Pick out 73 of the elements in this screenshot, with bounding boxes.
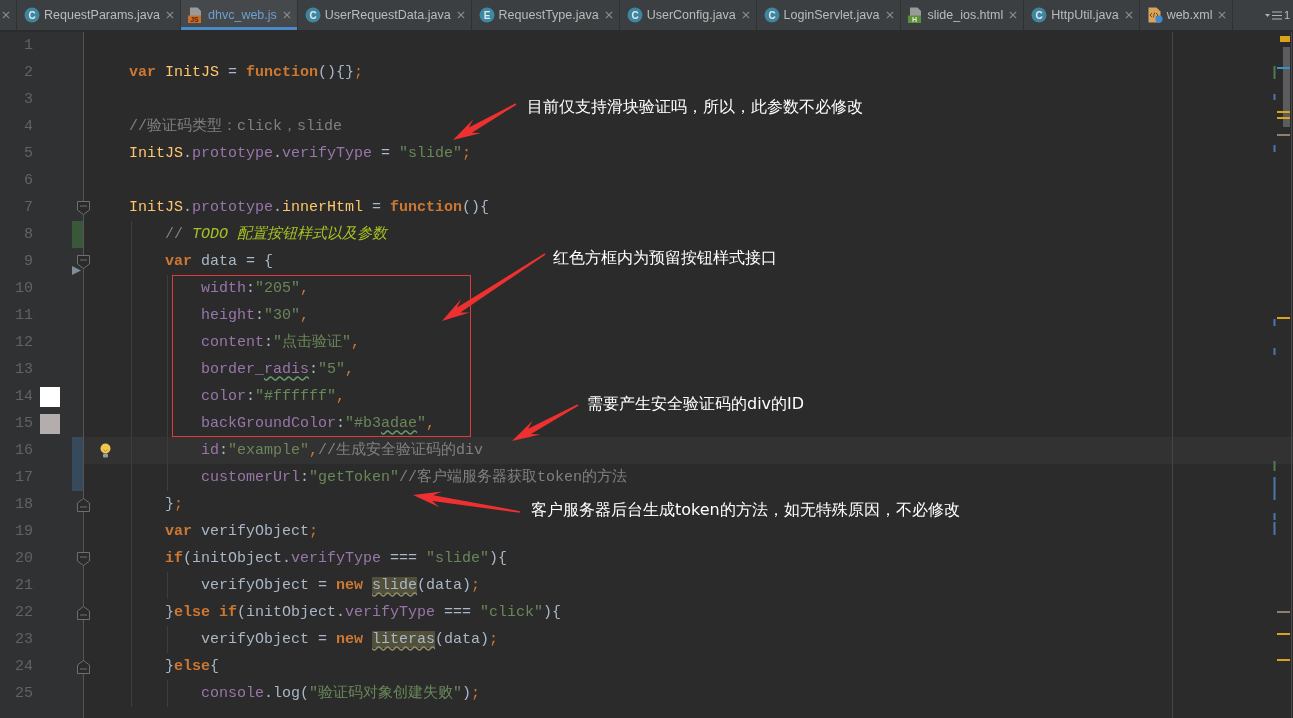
fold-icon[interactable] xyxy=(76,550,91,567)
color-swatch-icon[interactable] xyxy=(40,413,60,434)
code-line: color:"#ffffff", xyxy=(201,386,346,407)
close-icon[interactable] xyxy=(1124,11,1133,19)
lightbulb-icon[interactable] xyxy=(100,443,111,458)
close-icon[interactable] xyxy=(456,11,465,19)
close-icon[interactable] xyxy=(1009,11,1018,19)
enum-icon: E xyxy=(478,7,495,23)
annotation-text: 目前仅支持滑块验证吗，所以，此参数不必修改 xyxy=(527,97,863,117)
code-line: }else if(initObject.verifyType === "click"){ xyxy=(165,602,562,623)
list-icon xyxy=(1264,10,1282,20)
change-mark-icon[interactable] xyxy=(1273,477,1276,500)
change-mark-icon[interactable] xyxy=(1273,319,1276,326)
close-icon[interactable] xyxy=(1218,11,1227,19)
editor-tab[interactable]: C HttpUtil.java xyxy=(1024,0,1140,30)
code-line: width:"205", xyxy=(201,278,310,299)
code-line: }else{ xyxy=(165,656,220,677)
code-line: height:"30", xyxy=(201,305,310,326)
callout-arrow xyxy=(453,103,517,140)
editor-tab[interactable]: C UserRequestData.java xyxy=(297,0,472,30)
code-line: backGroundColor:"#b3adae", xyxy=(201,413,436,434)
class-icon: C xyxy=(24,7,40,23)
close-icon[interactable] xyxy=(282,11,291,19)
annotation-text: 客户服务器后台生成token的方法，如无特殊原因，不必修改 xyxy=(531,500,960,520)
editor-tab[interactable]: E RequestType.java xyxy=(471,0,620,30)
annotation-text: 红色方框内为预留按钮样式接口 xyxy=(553,248,777,268)
annotation-text: 需要产生安全验证码的div的ID xyxy=(587,394,805,414)
editor-tab[interactable]: web.xml xyxy=(1139,0,1234,30)
triangle-icon[interactable] xyxy=(72,266,81,275)
code-line: content:"点击验证", xyxy=(201,332,361,353)
class-icon: C xyxy=(763,7,780,23)
change-mark-icon[interactable] xyxy=(1273,522,1276,535)
code-line: InitJS.prototype.innerHtml = function(){ xyxy=(129,197,490,218)
code-line: }; xyxy=(165,494,184,515)
callout-arrow xyxy=(512,404,579,441)
class-icon: C xyxy=(1031,7,1048,23)
editor-tab[interactable]: C LoginServlet.java xyxy=(756,0,901,30)
close-icon[interactable] xyxy=(741,11,750,19)
code-line: verifyObject = new slide(data); xyxy=(201,575,481,596)
editor-tab[interactable]: C UserConfig.java xyxy=(619,0,757,30)
code-line: // TODO 配置按钮样式以及参数 xyxy=(165,224,388,245)
change-mark-icon[interactable] xyxy=(1273,348,1276,355)
class-icon: C xyxy=(304,7,321,23)
code-line: //验证码类型：click，slide xyxy=(129,116,343,137)
close-icon[interactable] xyxy=(885,11,894,19)
tab-list-button[interactable]: 1 xyxy=(1260,0,1293,30)
code-line: border_radis:"5", xyxy=(201,359,355,380)
close-icon[interactable] xyxy=(604,11,613,19)
code-line: if(initObject.verifyType === "slide"){ xyxy=(165,548,508,569)
change-mark-icon[interactable] xyxy=(1273,513,1276,520)
fold-icon[interactable] xyxy=(76,604,91,621)
close-icon[interactable] xyxy=(166,11,175,19)
scrollbar-thumb[interactable] xyxy=(1283,47,1290,127)
code-line: verifyObject = new literas(data); xyxy=(201,629,499,650)
change-mark-icon[interactable] xyxy=(1273,461,1276,471)
class-icon: C xyxy=(626,7,643,23)
xml-file-icon xyxy=(1146,7,1163,23)
code-line: id:"example",//生成安全验证码的div xyxy=(201,440,484,461)
code-line: InitJS.prototype.verifyType = "slide"; xyxy=(129,143,472,164)
code-line: var data = { xyxy=(165,251,274,272)
fold-icon[interactable] xyxy=(76,658,91,675)
change-mark-icon[interactable] xyxy=(1273,94,1276,100)
code-line: var verifyObject; xyxy=(165,521,319,542)
color-swatch-icon[interactable] xyxy=(40,386,60,407)
fold-icon[interactable] xyxy=(76,199,91,216)
fold-icon[interactable] xyxy=(76,496,91,513)
code-line: var InitJS = function(){}; xyxy=(129,62,364,83)
change-mark-icon[interactable] xyxy=(1273,66,1276,79)
close-icon[interactable] xyxy=(2,11,10,19)
code-line: customerUrl:"getToken"//客户端服务器获取token的方法 xyxy=(201,467,628,488)
change-mark-icon[interactable] xyxy=(1273,145,1276,152)
fold-icon[interactable] xyxy=(76,253,91,270)
code-line: console.log("验证码对象创建失败"); xyxy=(201,683,481,704)
